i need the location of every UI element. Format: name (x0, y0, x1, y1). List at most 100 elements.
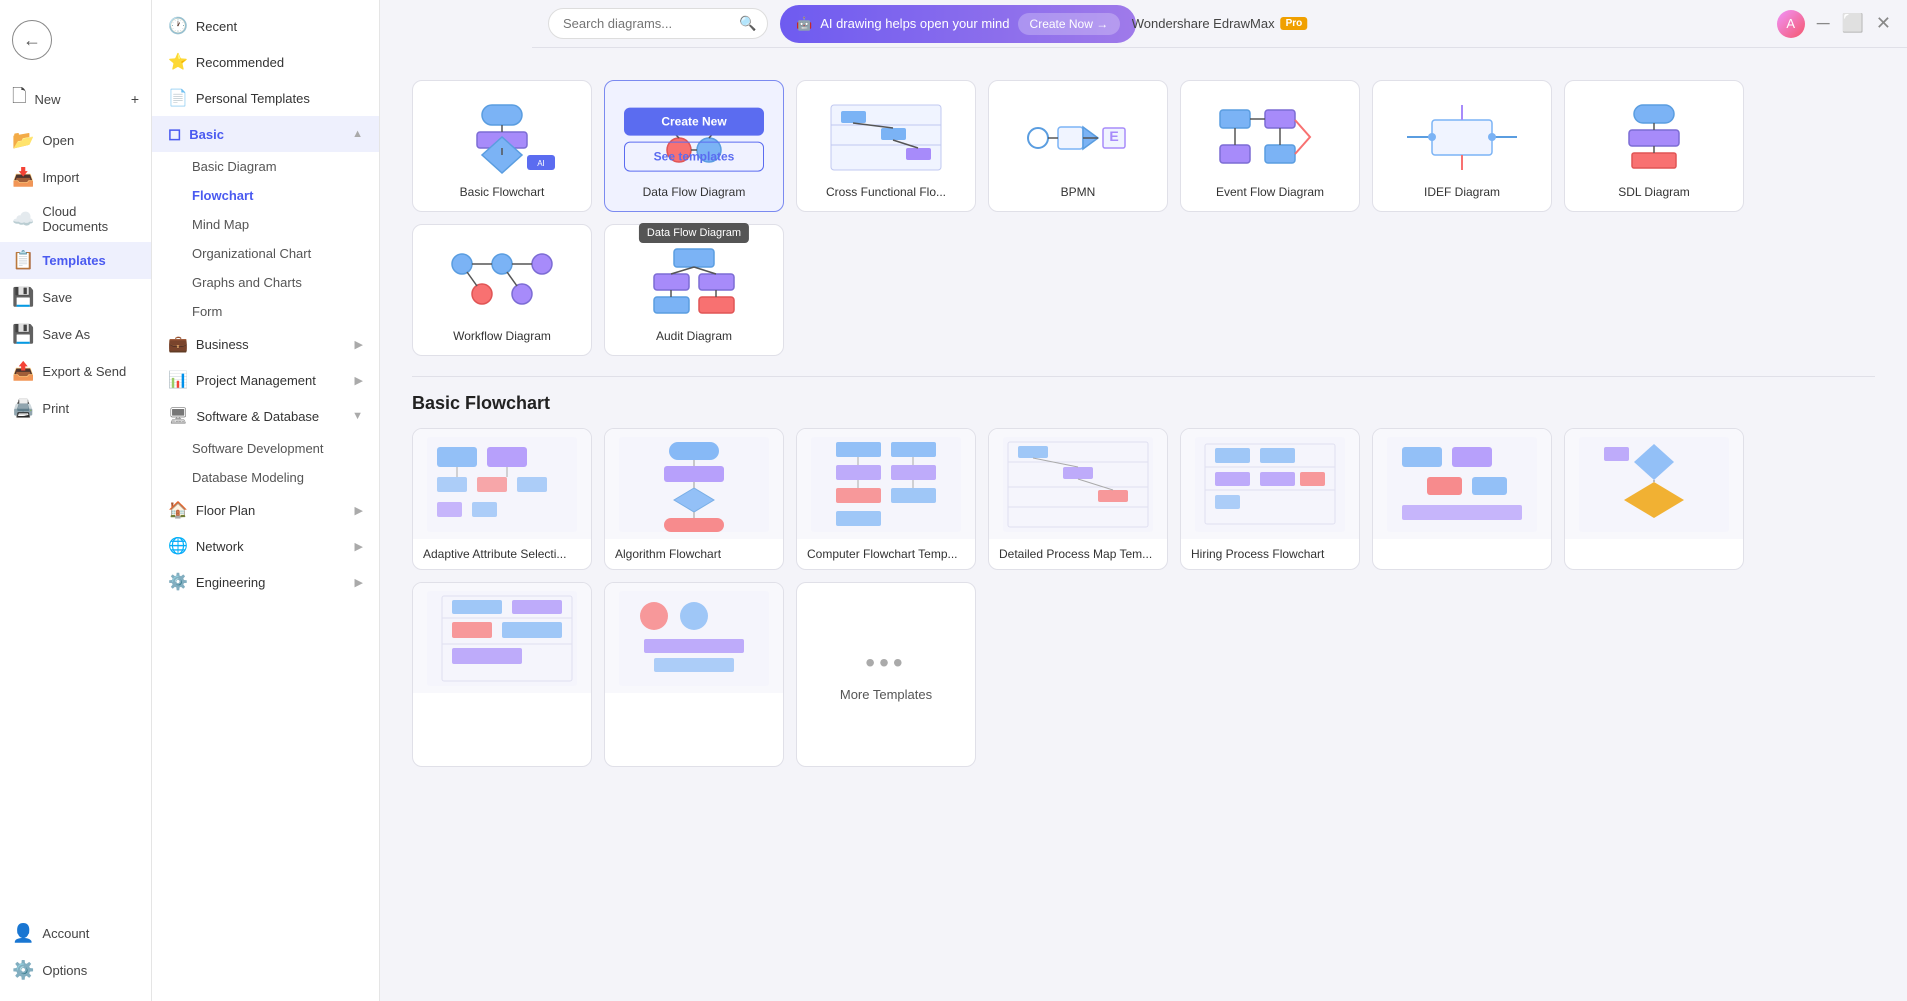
sidebar-item-open-label: Open (42, 133, 74, 148)
sidebar-item-cloud[interactable]: ☁️ Cloud Documents (0, 196, 151, 242)
see-templates-button[interactable]: See templates (624, 142, 764, 172)
sidebar-item-templates[interactable]: 📋 Templates (0, 242, 151, 279)
import-icon: 📥 (12, 167, 34, 188)
sidebar-flowchart[interactable]: Flowchart (152, 181, 379, 210)
topbar: 🔍 🤖 AI drawing helps open your mind Crea… (532, 0, 1907, 48)
project-mgmt-chevron-icon: ▶ (355, 374, 363, 387)
template-card-5[interactable]: Hiring Process Flowchart (1180, 428, 1360, 570)
sidebar-item-new[interactable]: 🗋 New + (0, 76, 151, 122)
template-8-label (413, 693, 591, 709)
diagram-card-data-flow[interactable]: Data Flow Diagram Create New See templat… (604, 80, 784, 212)
diagram-card-audit[interactable]: Audit Diagram (604, 224, 784, 356)
diagram-card-sdl[interactable]: SDL Diagram (1564, 80, 1744, 212)
create-new-button[interactable]: Create New (624, 108, 764, 136)
sidebar-project-mgmt-header[interactable]: 📊 Project Management ▶ (152, 362, 379, 398)
sidebar-item-save[interactable]: 💾 Save (0, 279, 151, 316)
sidebar-item-print[interactable]: 🖨️ Print (0, 390, 151, 427)
section-title: Basic Flowchart (412, 393, 1875, 414)
sidebar-recent[interactable]: 🕐 Recent (152, 8, 379, 44)
sidebar-personal-templates-label: Personal Templates (196, 91, 310, 106)
open-icon: 📂 (12, 130, 34, 151)
export-icon: 📤 (12, 361, 34, 382)
sidebar-network-label: Network (196, 539, 244, 554)
search-icon[interactable]: 🔍 (739, 15, 756, 32)
sidebar-item-open[interactable]: 📂 Open (0, 122, 151, 159)
minimize-button[interactable]: ─ (1817, 13, 1830, 34)
back-button[interactable]: ← (12, 20, 52, 60)
sidebar-item-account[interactable]: 👤 Account (0, 915, 151, 952)
options-icon: ⚙️ (12, 960, 34, 981)
save-as-icon: 💾 (12, 324, 34, 345)
template-5-image (1181, 429, 1359, 539)
pro-badge: Pro (1281, 17, 1308, 30)
sidebar-item-save-as[interactable]: 💾 Save As (0, 316, 151, 353)
software-db-icon: 🖥 (168, 406, 188, 426)
workflow-label: Workflow Diagram (453, 329, 551, 343)
diagram-card-basic-flowchart[interactable]: AI Basic Flowchart (412, 80, 592, 212)
sidebar-flowchart-label: Flowchart (192, 188, 253, 203)
more-templates-card[interactable]: ••• More Templates (796, 582, 976, 767)
sidebar-db-modeling[interactable]: Database Modeling (152, 463, 379, 492)
avatar[interactable]: A (1777, 10, 1805, 38)
sidebar-item-import[interactable]: 📥 Import (0, 159, 151, 196)
cloud-icon: ☁️ (12, 209, 34, 230)
project-mgmt-icon: 📊 (168, 370, 188, 390)
template-card-1[interactable]: Adaptive Attribute Selecti... (412, 428, 592, 570)
template-4-label: Detailed Process Map Tem... (989, 539, 1167, 569)
sidebar-engineering-header[interactable]: ⚙️ Engineering ▶ (152, 564, 379, 600)
sidebar-item-print-label: Print (42, 401, 69, 416)
templates-icon: 📋 (12, 250, 34, 271)
bpmn-label: BPMN (1061, 185, 1096, 199)
event-flow-image (1205, 97, 1335, 177)
account-icon: 👤 (12, 923, 34, 944)
sidebar-software-dev[interactable]: Software Development (152, 434, 379, 463)
sidebar-recommended[interactable]: ⭐ Recommended (152, 44, 379, 80)
template-card-6[interactable] (1372, 428, 1552, 570)
sidebar-basic-diagram[interactable]: Basic Diagram (152, 152, 379, 181)
diagram-card-bpmn[interactable]: E BPMN (988, 80, 1168, 212)
cross-functional-label: Cross Functional Flo... (826, 185, 946, 199)
svg-text:AI: AI (537, 159, 545, 168)
sidebar-item-options[interactable]: ⚙️ Options (0, 952, 151, 989)
template-3-image (797, 429, 975, 539)
diagram-card-cross-functional[interactable]: Cross Functional Flo... (796, 80, 976, 212)
close-button[interactable]: ✕ (1876, 13, 1891, 34)
create-now-button[interactable]: Create Now → (1018, 13, 1121, 35)
sidebar-software-db-header[interactable]: 🖥 Software & Database ▼ (152, 398, 379, 434)
sidebar-db-modeling-label: Database Modeling (192, 470, 304, 485)
sidebar-item-templates-label: Templates (42, 253, 105, 268)
diagram-card-workflow[interactable]: Workflow Diagram (412, 224, 592, 356)
sidebar-form[interactable]: Form (152, 297, 379, 326)
diagram-card-idef[interactable]: IDEF Diagram (1372, 80, 1552, 212)
template-2-label: Algorithm Flowchart (605, 539, 783, 569)
template-card-8[interactable] (412, 582, 592, 767)
search-input[interactable] (563, 16, 739, 31)
sdl-image (1589, 97, 1719, 177)
template-card-2[interactable]: Algorithm Flowchart (604, 428, 784, 570)
audit-label: Audit Diagram (656, 329, 732, 343)
template-9-label (605, 693, 783, 709)
sidebar-mind-map[interactable]: Mind Map (152, 210, 379, 239)
template-card-9[interactable] (604, 582, 784, 767)
idef-image (1397, 97, 1527, 177)
template-card-3[interactable]: Computer Flowchart Temp... (796, 428, 976, 570)
sidebar-item-export[interactable]: 📤 Export & Send (0, 353, 151, 390)
sidebar-basic-header[interactable]: ◻ Basic ▲ (152, 116, 379, 152)
sidebar-business-header[interactable]: 💼 Business ▶ (152, 326, 379, 362)
template-5-label: Hiring Process Flowchart (1181, 539, 1359, 569)
search-bar[interactable]: 🔍 (548, 8, 768, 39)
sidebar-graphs-charts[interactable]: Graphs and Charts (152, 268, 379, 297)
sidebar-software-dev-label: Software Development (192, 441, 324, 456)
sidebar-software-db-label: Software & Database (196, 409, 319, 424)
template-card-4[interactable]: Detailed Process Map Tem... (988, 428, 1168, 570)
software-db-chevron-icon: ▼ (352, 410, 363, 422)
ai-banner[interactable]: 🤖 AI drawing helps open your mind Create… (780, 5, 1136, 43)
sidebar-personal-templates[interactable]: 📄 Personal Templates (152, 80, 379, 116)
maximize-button[interactable]: ⬜ (1841, 13, 1863, 34)
template-grid: Adaptive Attribute Selecti... (412, 428, 1875, 767)
template-card-7[interactable] (1564, 428, 1744, 570)
sidebar-org-chart[interactable]: Organizational Chart (152, 239, 379, 268)
sidebar-network-header[interactable]: 🌐 Network ▶ (152, 528, 379, 564)
diagram-card-event-flow[interactable]: Event Flow Diagram (1180, 80, 1360, 212)
sidebar-floor-plan-header[interactable]: 🏠 Floor Plan ▶ (152, 492, 379, 528)
